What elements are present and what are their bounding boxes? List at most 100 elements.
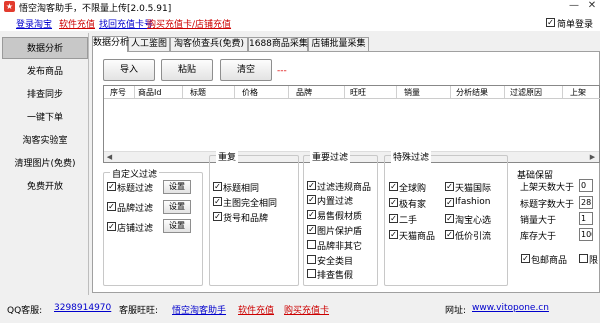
software-recharge-link[interactable]: 软件充值 — [59, 17, 95, 30]
sales-min-label: 销量大于 — [520, 216, 557, 226]
wangwang-service-link[interactable]: 悟空淘客助手 — [172, 303, 226, 316]
free-shipping-checkbox[interactable]: ✓ — [521, 254, 530, 263]
login-taobao-link[interactable]: 登录淘宝 — [16, 17, 52, 30]
col-sales[interactable]: 销量 — [404, 87, 420, 98]
free-shipping-label: 包邮商品 — [531, 256, 568, 266]
website-link[interactable]: www.vitopone.cn — [472, 303, 549, 313]
qq-service-number[interactable]: 3298914970 — [54, 303, 111, 313]
same-main-image-checkbox[interactable]: ✓ — [213, 197, 222, 206]
col-analysis-result[interactable]: 分析结果 — [456, 87, 488, 98]
sidebar-item-one-click-order[interactable]: 一键下单 — [2, 107, 88, 129]
col-index[interactable]: 序号 — [110, 87, 126, 98]
duplicate-title: 重复 — [216, 150, 239, 163]
results-table[interactable]: 序号 商品Id 标题 价格 品牌 旺旺 销量 分析结果 过滤原因 上架 ◀ ▶ — [103, 85, 600, 163]
import-button[interactable]: 导入 — [103, 59, 155, 81]
col-filter-reason[interactable]: 过滤原因 — [510, 87, 542, 98]
check-counterfeit-checkbox[interactable] — [307, 269, 316, 278]
col-brand[interactable]: 品牌 — [296, 87, 312, 98]
tmall-product-checkbox[interactable]: ✓ — [389, 230, 398, 239]
brand-not-other-label: 品牌非其它 — [317, 242, 363, 252]
secondhand-checkbox[interactable]: ✓ — [389, 214, 398, 223]
sidebar: 数据分析 发布商品 排查同步 一键下单 淘客实验室 清理图片(免费) 免费开放 — [0, 33, 89, 295]
tab-scout[interactable]: 淘客侦查兵(免费) — [170, 37, 248, 51]
sidebar-item-free-open[interactable]: 免费开放 — [2, 176, 88, 198]
image-shield-label: 图片保护盾 — [317, 227, 363, 237]
brand-filter-settings-button[interactable]: 设置 — [163, 200, 191, 214]
shop-filter-checkbox[interactable]: ✓ — [107, 222, 116, 231]
safe-category-checkbox[interactable] — [307, 255, 316, 264]
ifashion-checkbox[interactable]: ✓ — [445, 198, 454, 207]
violation-filter-checkbox[interactable]: ✓ — [307, 181, 316, 190]
builtin-filter-checkbox[interactable]: ✓ — [307, 195, 316, 204]
col-item-id[interactable]: 商品Id — [138, 87, 161, 98]
title-length-input[interactable]: 28 — [579, 196, 593, 209]
tab-manual-review[interactable]: 人工鉴图 — [128, 37, 170, 51]
qq-service-label: QQ客服: — [7, 306, 43, 316]
brand-not-other-checkbox[interactable] — [307, 240, 316, 249]
title-filter-settings-button[interactable]: 设置 — [163, 180, 191, 194]
brand-filter-label: 品牌过滤 — [117, 204, 154, 214]
shop-filter-settings-button[interactable]: 设置 — [163, 219, 191, 233]
image-shield-checkbox[interactable]: ✓ — [307, 225, 316, 234]
close-button[interactable]: ✕ — [584, 0, 600, 12]
wangwang-service-label: 客服旺旺: — [119, 306, 159, 316]
clear-button[interactable]: 清空 — [220, 59, 272, 81]
sidebar-item-clean-images[interactable]: 清理图片(免费) — [2, 153, 88, 175]
same-title-checkbox[interactable]: ✓ — [213, 182, 222, 191]
listed-days-input[interactable]: 0 — [579, 179, 593, 192]
custom-filter-title: 自定义过滤 — [110, 167, 160, 180]
col-wangwang[interactable]: 旺旺 — [350, 87, 366, 98]
taobao-select-checkbox[interactable]: ✓ — [445, 214, 454, 223]
fake-material-checkbox[interactable]: ✓ — [307, 210, 316, 219]
tab-1688-collect[interactable]: 1688商品采集 — [248, 37, 308, 51]
global-buy-checkbox[interactable]: ✓ — [389, 182, 398, 191]
col-price[interactable]: 价格 — [242, 87, 258, 98]
sku-and-brand-label: 货号和品牌 — [223, 214, 269, 224]
special-filter-title: 特殊过滤 — [391, 150, 432, 163]
limit-checkbox[interactable] — [579, 254, 588, 263]
scroll-right-icon[interactable]: ▶ — [588, 153, 597, 161]
stock-min-label: 库存大于 — [520, 232, 557, 242]
app-logo-icon: ★ — [4, 1, 15, 12]
ifashion-label: Ifashion — [455, 197, 491, 207]
col-title[interactable]: 标题 — [190, 87, 206, 98]
minimize-button[interactable]: — — [566, 0, 582, 12]
fake-material-label: 易售假材质 — [317, 212, 363, 222]
limit-label: 限 — [589, 256, 599, 266]
table-header: 序号 商品Id 标题 价格 品牌 旺旺 销量 分析结果 过滤原因 上架 — [104, 86, 600, 99]
jiyoujia-checkbox[interactable]: ✓ — [389, 198, 398, 207]
sidebar-item-publish[interactable]: 发布商品 — [2, 61, 88, 83]
tmall-global-checkbox[interactable]: ✓ — [445, 182, 454, 191]
col-listed[interactable]: 上架 — [570, 87, 586, 98]
sku-and-brand-checkbox[interactable]: ✓ — [213, 212, 222, 221]
tab-data-analysis[interactable]: 数据分析 — [92, 36, 129, 52]
tab-shop-collect[interactable]: 店铺批量采集 — [308, 37, 369, 51]
low-price-traffic-checkbox[interactable]: ✓ — [445, 230, 454, 239]
sidebar-item-data-analysis[interactable]: 数据分析 — [2, 37, 88, 59]
simple-login-checkbox[interactable]: ✓ — [546, 18, 555, 27]
title-filter-label: 标题过滤 — [117, 184, 154, 194]
tmall-global-label: 天猫国际 — [455, 184, 492, 194]
simple-login-label: 简单登录 — [557, 20, 594, 30]
recover-card-link[interactable]: 找回充值卡号 — [99, 17, 153, 30]
paste-button[interactable]: 粘贴 — [161, 59, 213, 81]
window-title: 悟空淘客助手，不限量上传[2.0.5.91] — [19, 4, 172, 14]
same-title-label: 标题相同 — [223, 184, 260, 194]
shop-filter-label: 店铺过滤 — [117, 224, 154, 234]
status-dash: --- — [277, 66, 287, 76]
title-length-label: 标题字数大于 — [520, 200, 575, 210]
scroll-left-icon[interactable]: ◀ — [105, 153, 114, 161]
sidebar-item-sync[interactable]: 排查同步 — [2, 84, 88, 106]
status-buy-card-link[interactable]: 购买充值卡 — [284, 303, 329, 316]
sales-min-input[interactable]: 1 — [579, 212, 593, 225]
sidebar-item-lab[interactable]: 淘客实验室 — [2, 130, 88, 152]
same-main-image-label: 主图完全相同 — [223, 199, 278, 209]
status-recharge-link[interactable]: 软件充值 — [238, 303, 274, 316]
check-counterfeit-label: 排查售假 — [317, 271, 354, 281]
stock-min-input[interactable]: 100 — [579, 228, 593, 241]
buy-card-link[interactable]: 购买充值卡/店铺充值 — [147, 17, 231, 30]
tmall-product-label: 天猫商品 — [399, 232, 436, 242]
brand-filter-checkbox[interactable]: ✓ — [107, 202, 116, 211]
title-filter-checkbox[interactable]: ✓ — [107, 182, 116, 191]
taobao-select-label: 淘宝心选 — [455, 216, 492, 226]
